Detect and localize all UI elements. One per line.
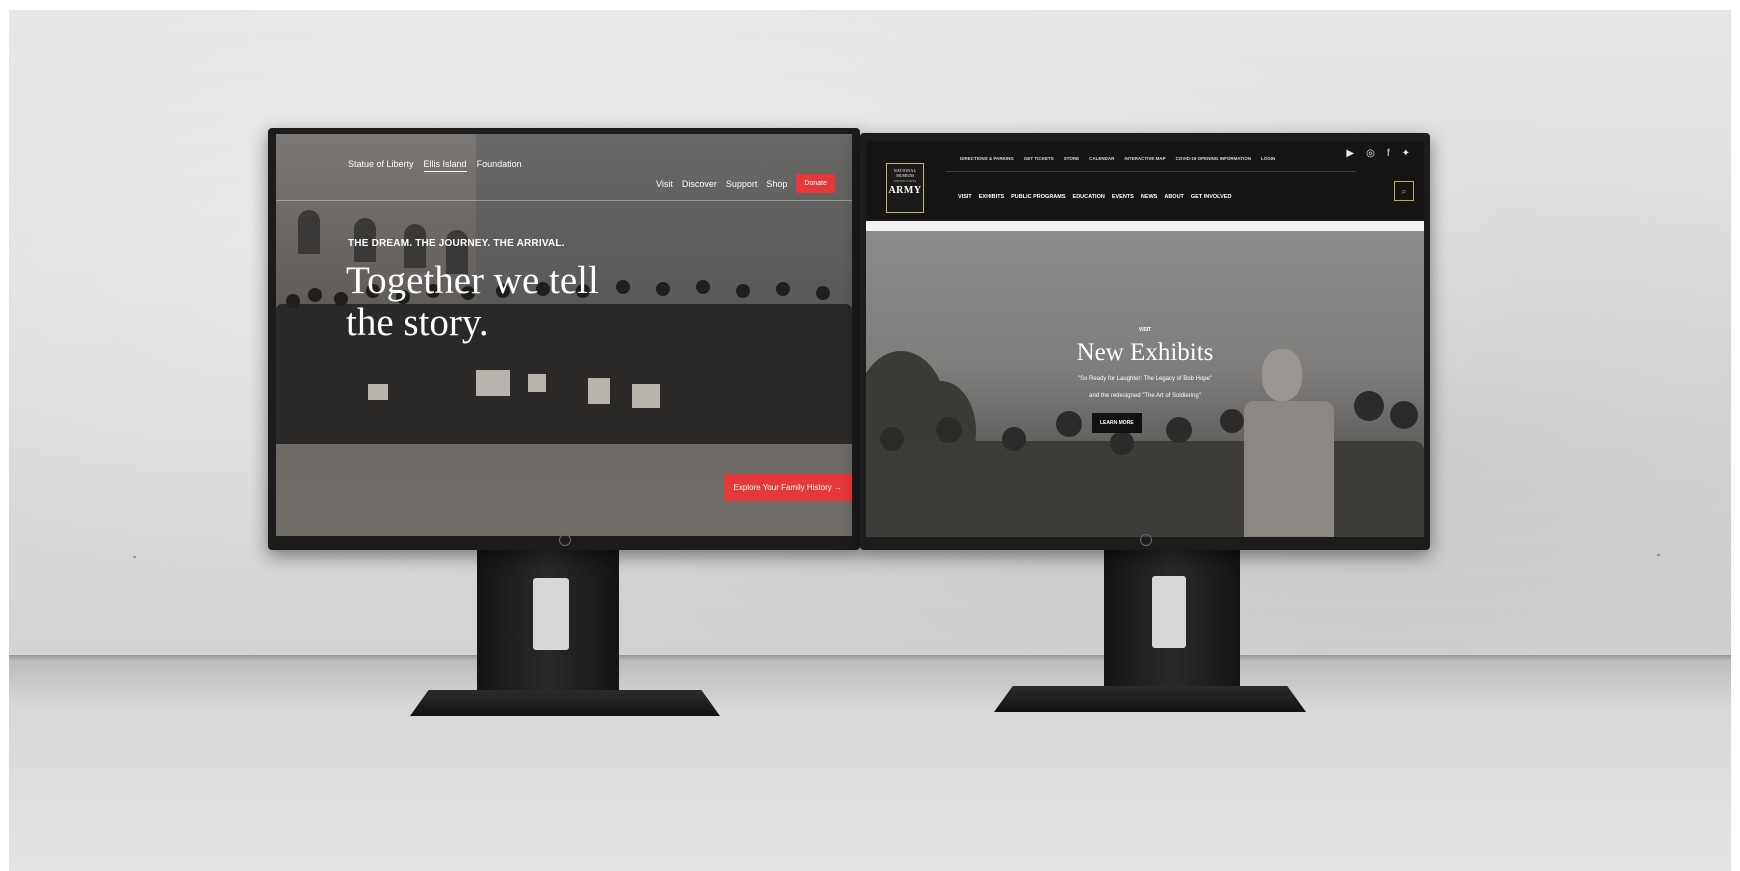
hero-kicker: THE DREAM. THE JOURNEY. THE ARRIVAL. (348, 238, 565, 249)
soldier-head (880, 427, 904, 451)
logo-line-3: UNITED STATES (893, 179, 917, 183)
soldier-head (1002, 427, 1026, 451)
nav-get-involved[interactable]: GET INVOLVED (1191, 194, 1232, 200)
site-header: NATIONAL MUSEUM UNITED STATES ARMY DIREC… (866, 141, 1424, 219)
hero-headline-line-1: Together we tell (346, 259, 599, 302)
soldier-head (1110, 431, 1134, 455)
logo-line-4: ARMY (888, 185, 922, 196)
learn-more-button[interactable]: LEARN MORE (1092, 413, 1142, 433)
hp-logo-icon (559, 534, 571, 546)
primary-nav: Visit Discover Support Shop Donate (656, 174, 835, 193)
util-calendar[interactable]: CALENDAR (1089, 156, 1114, 161)
floor-shadow (9, 655, 1731, 661)
utility-nav: DIRECTIONS & PARKING GET TICKETS STORE C… (960, 156, 1275, 161)
search-icon[interactable]: ⌕ (1394, 181, 1414, 201)
arrow-right-icon: → (834, 483, 842, 492)
util-interactive-map[interactable]: INTERACTIVE MAP (1124, 156, 1165, 161)
right-stand-base (994, 686, 1306, 712)
building-window (298, 210, 320, 254)
nav-shop[interactable]: Shop (766, 179, 787, 189)
hero-subtitle-line-1: "So Ready for Laughter: The Legacy of Bo… (1077, 376, 1213, 382)
donate-button[interactable]: Donate (796, 174, 835, 193)
army-museum-logo[interactable]: NATIONAL MUSEUM UNITED STATES ARMY (886, 163, 924, 213)
util-covid-info[interactable]: COVID-19 OPENING INFORMATION (1176, 156, 1251, 161)
nav-exhibits[interactable]: EXHIBITS (979, 194, 1004, 200)
nav-visit[interactable]: Visit (656, 179, 673, 189)
hp-logo-icon (1140, 534, 1152, 546)
logo-line-2: MUSEUM (896, 173, 914, 178)
util-store[interactable]: STORE (1064, 156, 1079, 161)
explore-family-history-button[interactable]: Explore Your Family History → (723, 474, 852, 501)
utility-divider (946, 171, 1356, 172)
wall-speck (133, 556, 136, 558)
facebook-icon[interactable]: f (1387, 148, 1390, 159)
nav-discover[interactable]: Discover (682, 179, 717, 189)
header-white-band (866, 221, 1424, 231)
soldier-head (1220, 409, 1244, 433)
header-divider (276, 200, 852, 201)
nav-ellis-island[interactable]: Ellis Island (423, 159, 467, 172)
main-nav: VISIT EXHIBITS PUBLIC PROGRAMS EDUCATION… (958, 194, 1231, 200)
site-switcher-nav: Statue of Liberty Ellis Island Foundatio… (348, 159, 522, 172)
soldier-head (1166, 417, 1192, 443)
soldier-shirt (1244, 401, 1334, 537)
left-stand-base (410, 690, 720, 716)
nav-public-programs[interactable]: PUBLIC PROGRAMS (1011, 194, 1065, 200)
twitter-icon[interactable]: ✦ (1402, 148, 1410, 159)
family-history-label: Explore Your Family History (733, 483, 832, 492)
hero-kicker: VISIT (1138, 327, 1152, 333)
soldier-head (1056, 411, 1082, 437)
floor (9, 655, 1731, 871)
soldier-head (936, 417, 962, 443)
left-monitor: Statue of Liberty Ellis Island Foundatio… (268, 128, 860, 550)
nav-statue-of-liberty[interactable]: Statue of Liberty (348, 159, 414, 172)
social-links: ▶ ◎ f ✦ (1346, 148, 1410, 159)
hero-subtitle-line-2: and the redesigned "The Art of Soldierin… (1089, 393, 1201, 399)
util-directions-parking[interactable]: DIRECTIONS & PARKING (960, 156, 1014, 161)
nav-support[interactable]: Support (726, 179, 758, 189)
nav-foundation[interactable]: Foundation (477, 159, 522, 172)
nav-education[interactable]: EDUCATION (1073, 194, 1105, 200)
util-login[interactable]: LOGIN (1261, 156, 1275, 161)
util-get-tickets[interactable]: GET TICKETS (1024, 156, 1054, 161)
instagram-icon[interactable]: ◎ (1366, 148, 1375, 159)
nav-events[interactable]: EVENTS (1112, 194, 1134, 200)
hero-title: New Exhibits (1076, 339, 1214, 366)
soldiers-crowd (866, 441, 1424, 537)
wall-speck (1657, 554, 1660, 556)
left-stand-cutout (533, 578, 569, 650)
nav-visit[interactable]: VISIT (958, 194, 972, 200)
youtube-icon[interactable]: ▶ (1346, 148, 1354, 159)
hero-headline: Together we tell the story. (346, 260, 626, 344)
right-monitor: NATIONAL MUSEUM UNITED STATES ARMY DIREC… (860, 133, 1430, 550)
army-museum-website: NATIONAL MUSEUM UNITED STATES ARMY DIREC… (866, 141, 1424, 537)
nav-about[interactable]: ABOUT (1164, 194, 1184, 200)
right-stand-cutout (1152, 576, 1186, 648)
ellis-island-website: Statue of Liberty Ellis Island Foundatio… (276, 134, 852, 536)
hero-headline-line-2: the story. (346, 301, 489, 344)
nav-news[interactable]: NEWS (1141, 194, 1158, 200)
hero-photo (866, 231, 1424, 537)
soldier-helmet (1390, 401, 1418, 429)
